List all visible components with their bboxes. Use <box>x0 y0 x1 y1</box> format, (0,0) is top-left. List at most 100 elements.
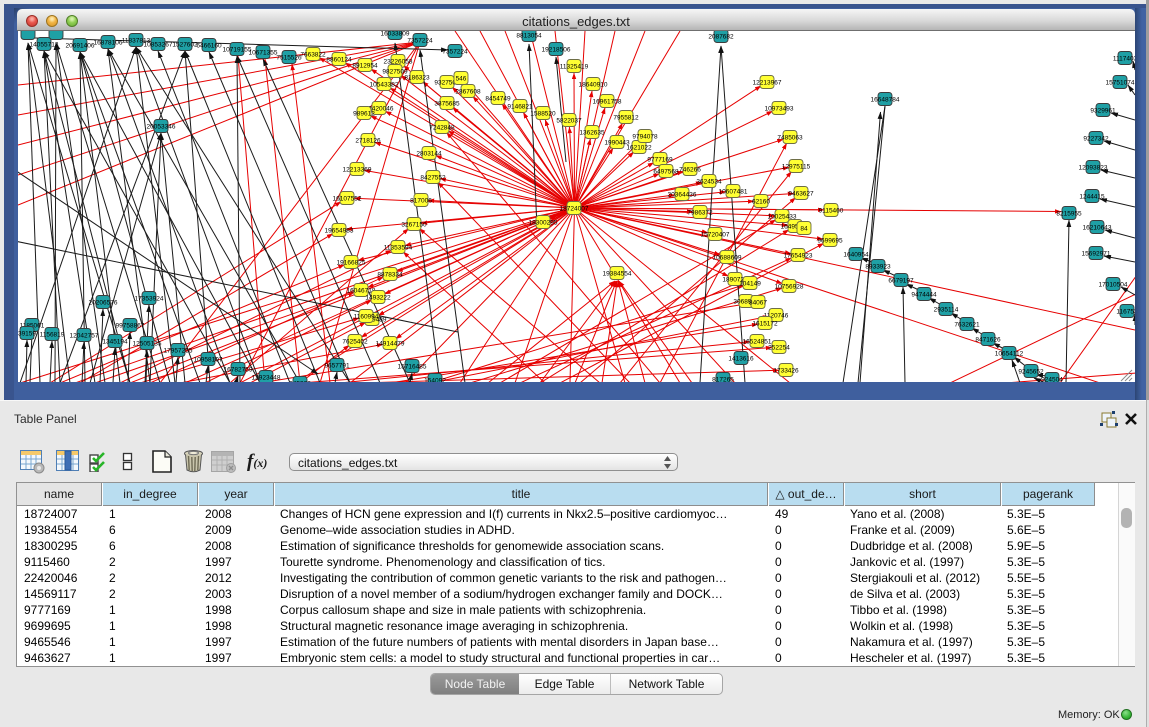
svg-text:11353594: 11353594 <box>384 245 413 252</box>
svg-text:546: 546 <box>456 76 467 83</box>
svg-text:7357224: 7357224 <box>407 38 433 45</box>
svg-text:19384554: 19384554 <box>603 271 632 278</box>
svg-text:10958107: 10958107 <box>194 357 223 364</box>
svg-text:8813054: 8813054 <box>516 33 542 40</box>
svg-text:154092: 154092 <box>424 378 446 383</box>
svg-text:84067: 84067 <box>749 300 767 307</box>
svg-text:1156819: 1156819 <box>40 332 65 339</box>
svg-text:2087682: 2087682 <box>708 34 734 41</box>
svg-text:7625402: 7625402 <box>342 339 368 346</box>
svg-text:1413616: 1413616 <box>728 356 754 363</box>
svg-text:12213369: 12213369 <box>343 167 372 174</box>
svg-text:9474444: 9474444 <box>911 292 937 299</box>
svg-text:2803144: 2803144 <box>416 151 442 158</box>
svg-text:20691406: 20691406 <box>66 43 95 50</box>
svg-text:1244415: 1244415 <box>1079 194 1105 201</box>
svg-text:746266: 746266 <box>679 167 701 174</box>
svg-text:17957255: 17957255 <box>164 348 193 355</box>
svg-text:18724007: 18724007 <box>560 206 589 213</box>
svg-text:7357224: 7357224 <box>442 49 468 56</box>
svg-text:12975115: 12975115 <box>782 164 811 171</box>
svg-text:8215955: 8215955 <box>1056 211 1082 218</box>
svg-text:62160: 62160 <box>752 199 770 206</box>
svg-text:16210643: 16210643 <box>1083 225 1112 232</box>
svg-text:12093823: 12093823 <box>1079 165 1108 172</box>
svg-text:16782759: 16782759 <box>224 367 253 374</box>
svg-text:18640910: 18640910 <box>579 82 608 89</box>
svg-text:17654923: 17654923 <box>784 253 813 260</box>
svg-text:104149: 104149 <box>739 281 761 288</box>
svg-text:3875685: 3875685 <box>434 101 460 108</box>
svg-text:15751074: 15751074 <box>1106 80 1135 87</box>
svg-text:3624534: 3624534 <box>696 179 722 186</box>
svg-text:1588520: 1588520 <box>530 111 556 118</box>
svg-text:15692971: 15692971 <box>1082 251 1111 258</box>
svg-text:10688609: 10688609 <box>713 255 742 262</box>
svg-text:1733426: 1733426 <box>773 368 799 375</box>
svg-text:8933923: 8933923 <box>865 264 891 271</box>
svg-text:15720407: 15720407 <box>701 232 730 239</box>
svg-text:10853267: 10853267 <box>144 42 173 49</box>
svg-text:12042757: 12042757 <box>70 333 99 340</box>
svg-text:9657791: 9657791 <box>324 363 350 370</box>
svg-text:8186323: 8186323 <box>404 75 430 82</box>
svg-text:1527602: 1527602 <box>172 42 198 49</box>
svg-text:18300295: 18300295 <box>529 220 558 227</box>
svg-text:645902: 645902 <box>289 381 311 383</box>
svg-text:9794078: 9794078 <box>632 134 658 141</box>
svg-text:1621022: 1621022 <box>626 145 652 152</box>
svg-text:252254: 252254 <box>768 345 790 352</box>
svg-text:8860124: 8860124 <box>326 57 352 64</box>
svg-text:7242848: 7242848 <box>429 125 455 132</box>
svg-text:6497568: 6497568 <box>653 169 679 176</box>
svg-text:9227342: 9227342 <box>1083 136 1109 143</box>
svg-text:8454749: 8454749 <box>485 96 511 103</box>
svg-text:2718126: 2718126 <box>355 138 381 145</box>
svg-text:7955812: 7955812 <box>613 115 639 122</box>
svg-text:84: 84 <box>800 226 808 233</box>
svg-text:10654112: 10654112 <box>995 351 1024 358</box>
svg-text:9699695: 9699695 <box>817 238 843 245</box>
svg-text:15716485: 15716485 <box>398 364 427 371</box>
svg-text:2867608: 2867608 <box>455 89 481 96</box>
svg-text:16648784: 16648784 <box>871 97 900 104</box>
svg-text:16107552: 16107552 <box>333 196 362 203</box>
svg-text:1640954: 1640954 <box>843 252 869 259</box>
svg-text:9777169: 9777169 <box>647 157 673 164</box>
svg-text:12213967: 12213967 <box>753 80 782 87</box>
svg-text:17010504: 17010504 <box>1099 282 1128 289</box>
svg-text:11325419: 11325419 <box>560 64 589 71</box>
svg-text:5822037: 5822037 <box>556 118 582 125</box>
svg-text:19218506: 19218506 <box>542 47 571 54</box>
svg-text:10973493: 10973493 <box>765 106 794 113</box>
svg-text:6679197: 6679197 <box>888 278 914 285</box>
svg-text:6466160: 6466160 <box>196 43 222 50</box>
svg-text:99758867: 99758867 <box>116 323 145 330</box>
svg-text:1345194: 1345194 <box>102 339 128 346</box>
svg-text:20206576: 20206576 <box>89 300 118 307</box>
svg-text:817265: 817265 <box>712 377 734 383</box>
svg-text:8427552: 8427552 <box>420 175 446 182</box>
svg-text:16033809: 16033809 <box>381 31 410 38</box>
svg-text:9146821: 9146821 <box>507 104 533 111</box>
svg-text:10719155: 10719155 <box>223 47 252 54</box>
svg-text:16961758: 16961758 <box>593 99 622 106</box>
svg-text:1362635: 1362635 <box>579 130 605 137</box>
svg-text:14914479: 14914479 <box>376 341 405 348</box>
svg-text:19166825: 19166825 <box>337 260 366 267</box>
svg-text:9329961: 9329961 <box>1090 108 1116 115</box>
svg-text:989612: 989612 <box>353 111 375 118</box>
svg-text:9463627: 9463627 <box>788 191 814 198</box>
svg-text:1160994: 1160994 <box>354 314 379 321</box>
svg-text:9115460: 9115460 <box>819 208 844 215</box>
svg-text:7632621: 7632621 <box>954 322 980 329</box>
svg-text:2935114: 2935114 <box>934 307 959 314</box>
svg-text:10543382: 10543382 <box>370 82 399 89</box>
svg-text:8912954: 8912954 <box>352 63 378 70</box>
svg-text:20053346: 20053346 <box>147 124 176 131</box>
svg-text:10607481: 10607481 <box>719 189 748 196</box>
svg-text:1615172: 1615172 <box>752 321 778 328</box>
svg-text:17353924: 17353924 <box>135 296 164 303</box>
svg-text:817006: 817006 <box>410 198 432 205</box>
svg-text:8878334: 8878334 <box>377 272 403 279</box>
